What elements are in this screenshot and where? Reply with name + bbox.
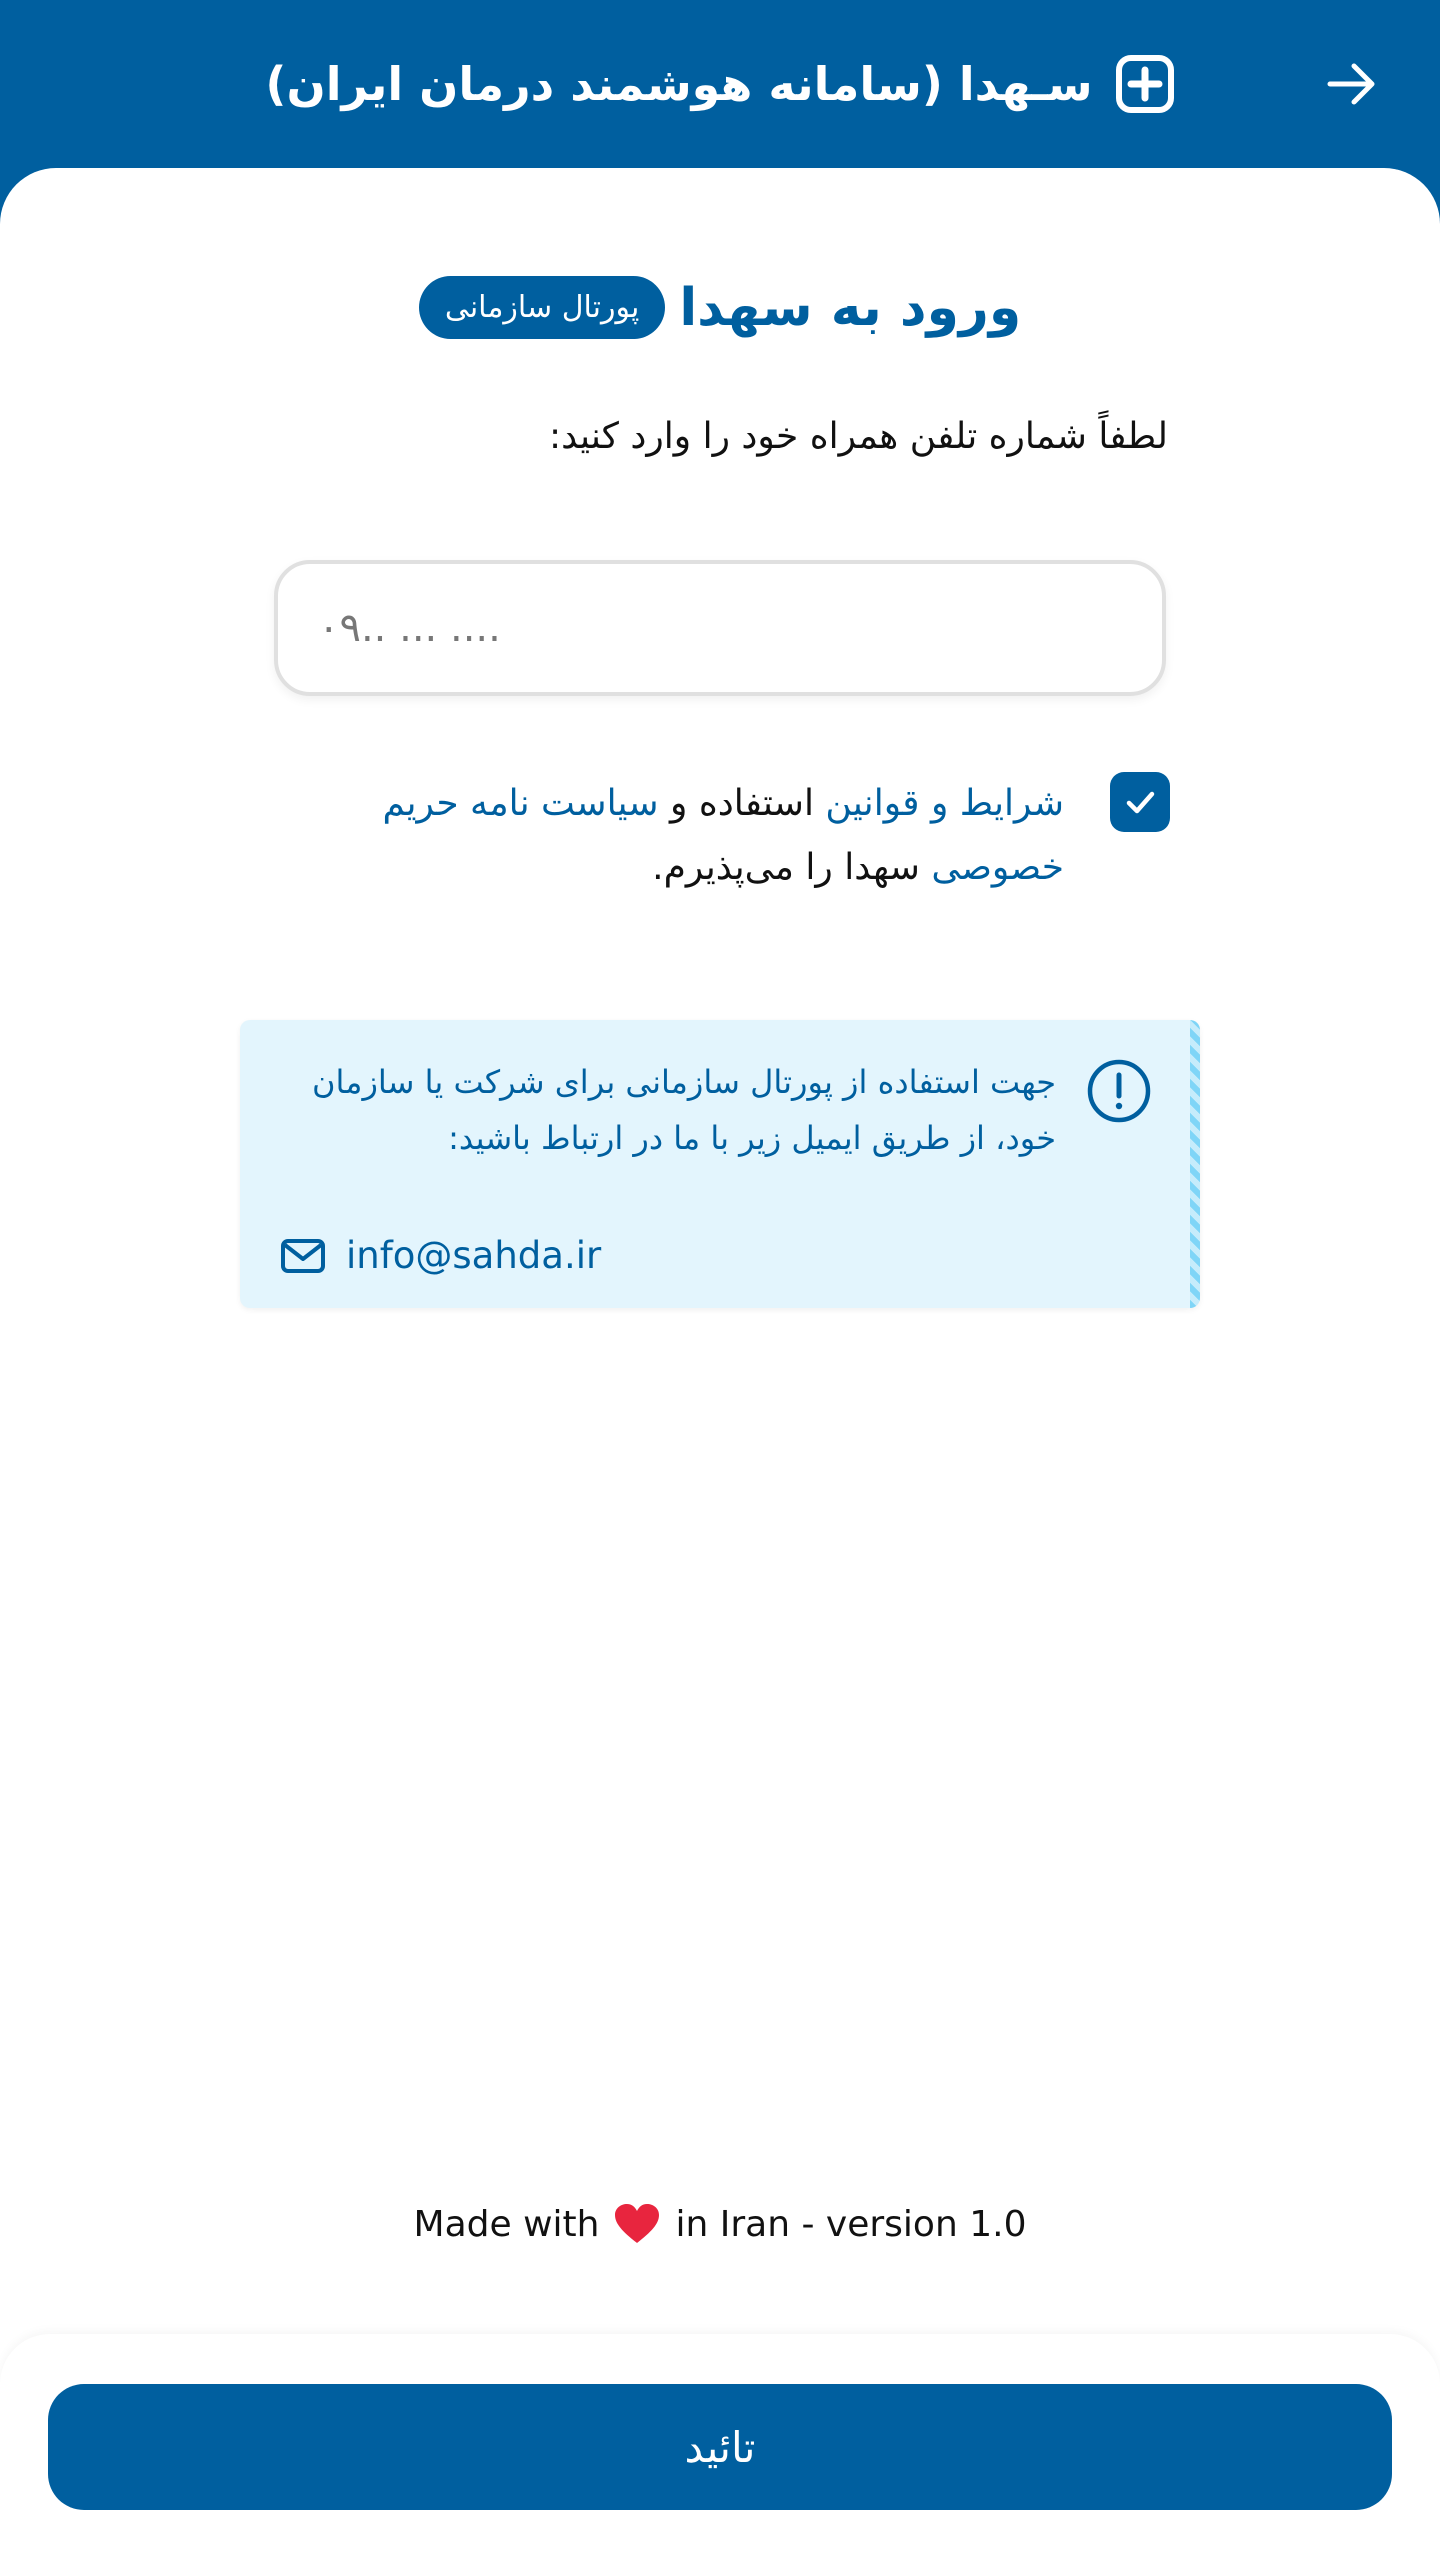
phone-prompt: لطفاً شماره تلفن همراه خود را وارد کنید: — [548, 416, 1168, 457]
terms-checkbox[interactable] — [1110, 772, 1170, 832]
agreement-end-text: سهدا را می‌پذیرم. — [652, 847, 932, 888]
info-icon — [1087, 1059, 1151, 1123]
back-button[interactable] — [1320, 52, 1384, 116]
email-address: info@sahda.ir — [346, 1234, 602, 1277]
plus-square-icon — [1115, 54, 1175, 114]
check-icon — [1126, 791, 1155, 814]
app-header: سـهدا (سامانه هوشمند درمان ایران) — [0, 0, 1440, 168]
agreement-text: شرایط و قوانین استفاده و سیاست نامه حریم… — [304, 772, 1065, 900]
agreement-usage-text: استفاده و — [658, 783, 826, 824]
email-link[interactable]: info@sahda.ir — [280, 1234, 601, 1277]
footer-credit: Made with in Iran - version 1.0 — [0, 2202, 1440, 2246]
mail-icon — [281, 1238, 325, 1273]
info-box: جهت استفاده از پورتال سازمانی برای شرکت … — [240, 1020, 1200, 1308]
portal-badge: پورتال سازمانی — [418, 276, 666, 339]
login-card: ورود به سهدا پورتال سازمانی لطفاً شماره … — [0, 168, 1440, 2559]
terms-agreement: شرایط و قوانین استفاده و سیاست نامه حریم… — [300, 772, 1170, 902]
terms-link[interactable]: شرایط و قوانین — [825, 783, 1064, 824]
phone-input[interactable] — [274, 560, 1166, 696]
confirm-button[interactable]: تائید — [48, 2384, 1392, 2510]
login-title-row: ورود به سهدا پورتال سازمانی — [0, 276, 1440, 339]
login-title: ورود به سهدا — [679, 277, 1022, 338]
in-iran-version-text: in Iran - version 1.0 — [675, 2203, 1027, 2245]
bottom-action-bar: تائید — [0, 2334, 1440, 2559]
info-text: جهت استفاده از پورتال سازمانی برای شرکت … — [312, 1063, 1056, 1157]
header-title-group: سـهدا (سامانه هوشمند درمان ایران) — [0, 48, 1440, 120]
info-stripe — [1190, 1020, 1200, 1308]
app-title: سـهدا (سامانه هوشمند درمان ایران) — [265, 57, 1093, 111]
arrow-right-icon — [1327, 63, 1375, 105]
heart-icon — [615, 2204, 660, 2243]
made-with-text: Made with — [413, 2203, 600, 2245]
